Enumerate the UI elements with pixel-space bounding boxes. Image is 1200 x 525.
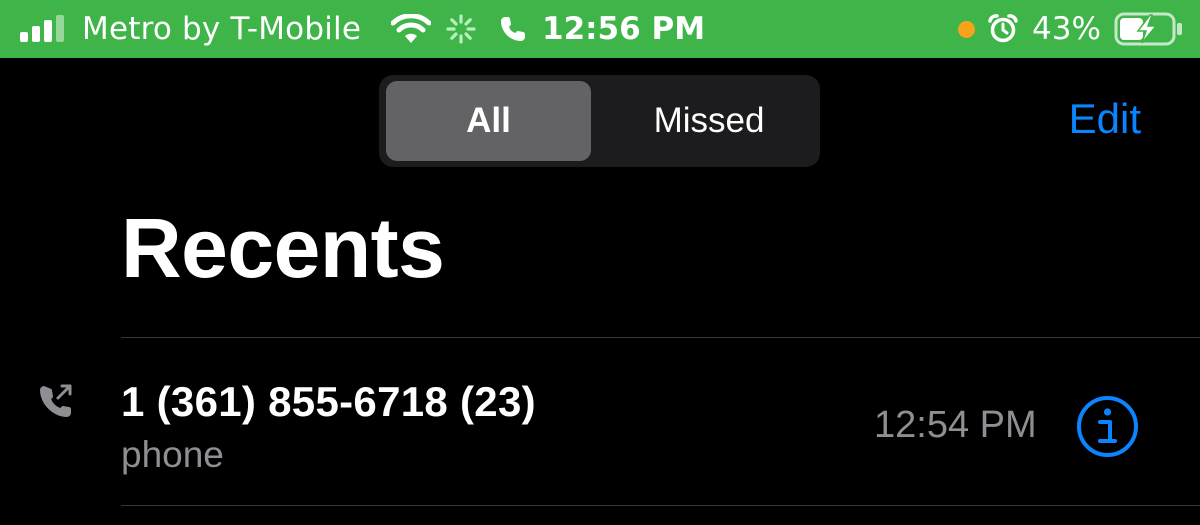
status-bar: Metro by T-Mobile 12:56 PM 43%	[0, 0, 1200, 58]
outgoing-call-icon	[37, 382, 75, 425]
call-time: 12:54 PM	[874, 404, 1037, 446]
segment-all[interactable]: All	[386, 81, 591, 161]
list-divider	[121, 505, 1200, 506]
mic-indicator-icon	[958, 0, 975, 58]
status-time: 12:56 PM	[542, 11, 706, 47]
activity-spinner-icon	[446, 0, 476, 58]
segment-missed[interactable]: Missed	[603, 81, 815, 161]
edit-button[interactable]: Edit	[1069, 95, 1141, 143]
wifi-icon	[391, 0, 431, 58]
info-icon[interactable]	[1076, 395, 1139, 458]
carrier-name: Metro by T-Mobile	[82, 11, 362, 47]
page-title: Recents	[121, 201, 445, 295]
signal-icon	[20, 0, 70, 58]
recent-call-row[interactable]: 1 (361) 855-6718 (23) phone 12:54 PM	[0, 338, 1200, 505]
battery-percent: 43%	[1032, 11, 1101, 47]
battery-charging-icon	[1114, 0, 1186, 58]
caller-number: 1 (361) 855-6718 (23)	[121, 378, 536, 425]
phone-call-icon	[499, 0, 527, 58]
call-filter-segmented-control: All Missed	[379, 75, 820, 167]
caller-label: phone	[121, 434, 224, 475]
alarm-icon	[988, 0, 1018, 58]
